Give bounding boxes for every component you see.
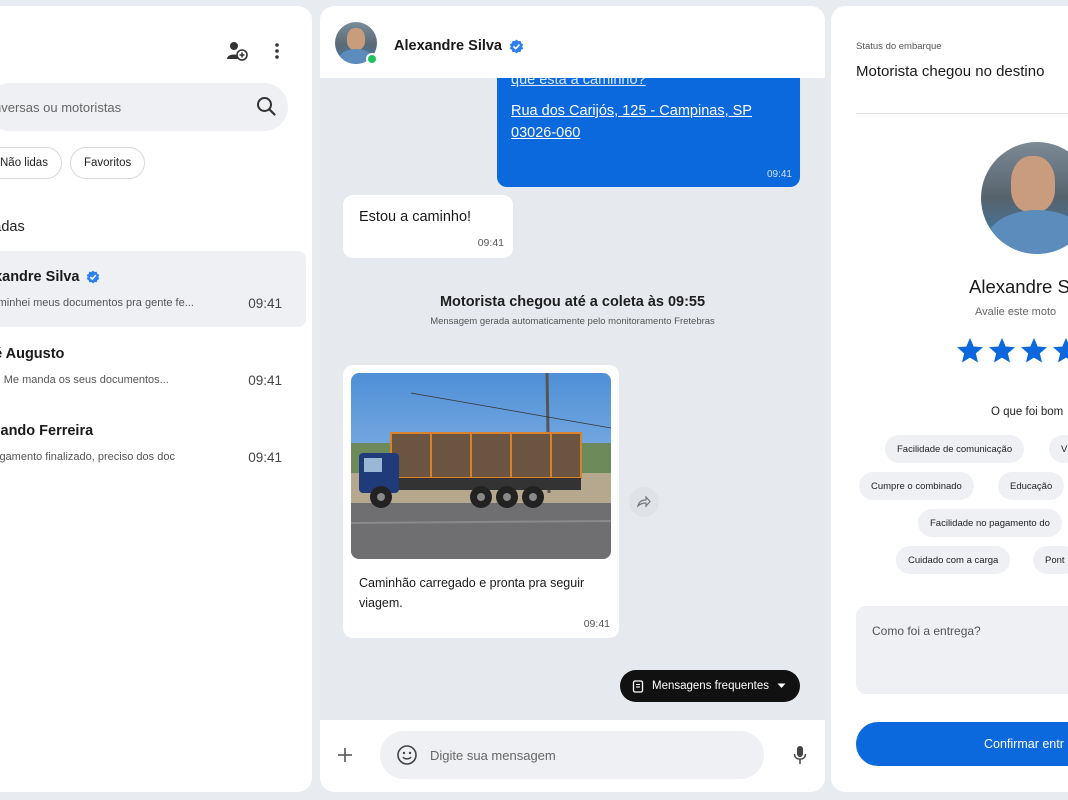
incoming-image-message: Caminhão carregado e pronta pra seguir v… xyxy=(343,365,619,638)
filter-favorites[interactable]: Favoritos xyxy=(69,147,146,179)
conversation-preview: caminhei meus documentos pra gente fe... xyxy=(0,297,194,309)
star-rating[interactable] xyxy=(955,336,1068,366)
message-time: 09:41 xyxy=(477,237,504,249)
status-value: Motorista chegou no destino xyxy=(856,63,1045,80)
more-vertical-icon xyxy=(275,43,279,59)
plus-icon xyxy=(338,748,352,762)
forward-icon xyxy=(637,496,651,508)
divider xyxy=(856,113,1068,114)
avatar-body xyxy=(987,210,1068,254)
contact-avatar[interactable] xyxy=(335,22,378,65)
star-icon[interactable] xyxy=(1019,336,1049,366)
message-text: Caminhão carregado e pronta pra seguir v… xyxy=(359,576,585,610)
chat-panel: Alexandre Silva que está a caminho? Rua … xyxy=(320,6,825,792)
star-icon[interactable] xyxy=(1051,336,1068,366)
system-message: Motorista chegou até a coleta às 09:55 M… xyxy=(320,294,825,327)
add-contact-button[interactable] xyxy=(226,40,248,62)
message-field xyxy=(380,731,764,779)
emoji-icon[interactable] xyxy=(396,744,418,766)
conversation-name: exandre Silva xyxy=(0,269,100,285)
online-indicator xyxy=(366,53,378,65)
chevron-down-icon xyxy=(777,683,786,688)
truck-photo[interactable] xyxy=(351,373,611,559)
system-message-title: Motorista chegou até a coleta às 09:55 xyxy=(439,294,706,310)
feedback-textarea[interactable] xyxy=(856,606,1068,694)
message-time: 09:41 xyxy=(766,169,792,180)
voice-button[interactable] xyxy=(793,745,807,770)
conversation-time: 09:41 xyxy=(248,373,282,388)
sidebar-actions xyxy=(226,40,288,62)
conversation-preview: rregamento finalizado, preciso dos doc xyxy=(0,451,175,463)
filter-chips: Não lidas Favoritos xyxy=(0,147,146,179)
feedback-tag[interactable]: Facilidade no pagamento do xyxy=(918,509,1062,537)
feedback-tag[interactable]: Educação xyxy=(998,472,1065,500)
add-user-icon xyxy=(227,42,248,61)
driver-name: Alexandre S xyxy=(969,276,1068,297)
outgoing-message: que está a caminho? Rua dos Carijós, 125… xyxy=(497,78,800,187)
avatar-face xyxy=(1011,156,1055,212)
avatar-face xyxy=(347,28,365,50)
feedback-tag[interactable]: Pont xyxy=(1033,546,1068,574)
conversation-list-panel: Não lidas Favoritos vadas exandre Silva … xyxy=(0,6,312,792)
forward-button[interactable] xyxy=(629,487,659,517)
section-title: vadas xyxy=(0,219,25,235)
message-composer xyxy=(320,720,825,792)
conversation-time: 09:41 xyxy=(248,296,282,311)
frequent-messages-label: Mensagens frequentes xyxy=(652,680,769,692)
star-icon[interactable] xyxy=(955,336,985,366)
search-icon[interactable] xyxy=(256,96,276,116)
feedback-tag[interactable]: V xyxy=(1049,435,1068,463)
more-options-button[interactable] xyxy=(266,40,288,62)
search-input[interactable] xyxy=(0,83,236,131)
message-text: que está a caminho? xyxy=(511,78,646,88)
feedback-tag[interactable]: Facilidade de comunicação xyxy=(885,435,1025,463)
star-icon[interactable] xyxy=(987,336,1017,366)
verified-icon xyxy=(86,270,99,284)
filter-unread[interactable]: Não lidas xyxy=(0,147,62,179)
conversation-time: 09:41 xyxy=(248,450,282,465)
conversation-item[interactable]: rnando Ferreira rregamento finalizado, p… xyxy=(0,405,306,481)
shipment-details-panel: Status do embarque Motorista chegou no d… xyxy=(831,6,1068,792)
microphone-icon xyxy=(793,746,807,764)
feedback-tag[interactable]: Cumpre o combinado xyxy=(859,472,974,500)
system-message-subtitle: Mensagem gerada automaticamente pelo mon… xyxy=(430,316,715,327)
confirm-delivery-button[interactable]: Confirmar entr xyxy=(856,722,1068,766)
incoming-message: Estou a caminho! 09:41 xyxy=(343,195,513,258)
conversation-item[interactable]: sé Augusto cê: Me manda os seus document… xyxy=(0,328,306,404)
address-link[interactable]: Rua dos Carijós, 125 - Campinas, SP 0302… xyxy=(511,100,781,144)
frequent-messages-button[interactable]: Mensagens frequentes xyxy=(620,670,800,702)
search-bar xyxy=(0,83,288,131)
conversation-preview: cê: Me manda os seus documentos... xyxy=(0,374,169,386)
conversation-name: sé Augusto xyxy=(0,346,65,362)
contact-name[interactable]: Alexandre Silva xyxy=(394,38,524,54)
good-title: O que foi bom xyxy=(991,406,1064,418)
message-list[interactable]: que está a caminho? Rua dos Carijós, 125… xyxy=(320,78,825,720)
message-input[interactable] xyxy=(430,731,750,779)
rate-prompt: Avalie este moto xyxy=(975,306,1057,318)
conversation-item[interactable]: exandre Silva caminhei meus documentos p… xyxy=(0,251,306,327)
conversation-name: rnando Ferreira xyxy=(0,423,94,439)
status-label: Status do embarque xyxy=(856,41,942,52)
chat-header: Alexandre Silva xyxy=(320,6,825,78)
attach-button[interactable] xyxy=(336,746,354,769)
truck-image xyxy=(351,373,611,559)
verified-icon xyxy=(509,39,524,53)
feedback-tag[interactable]: Cuidado com a carga xyxy=(896,546,1011,574)
message-text: Estou a caminho! xyxy=(359,209,472,225)
message-time: 09:41 xyxy=(583,618,610,630)
document-icon xyxy=(632,679,644,693)
driver-avatar xyxy=(981,142,1068,254)
